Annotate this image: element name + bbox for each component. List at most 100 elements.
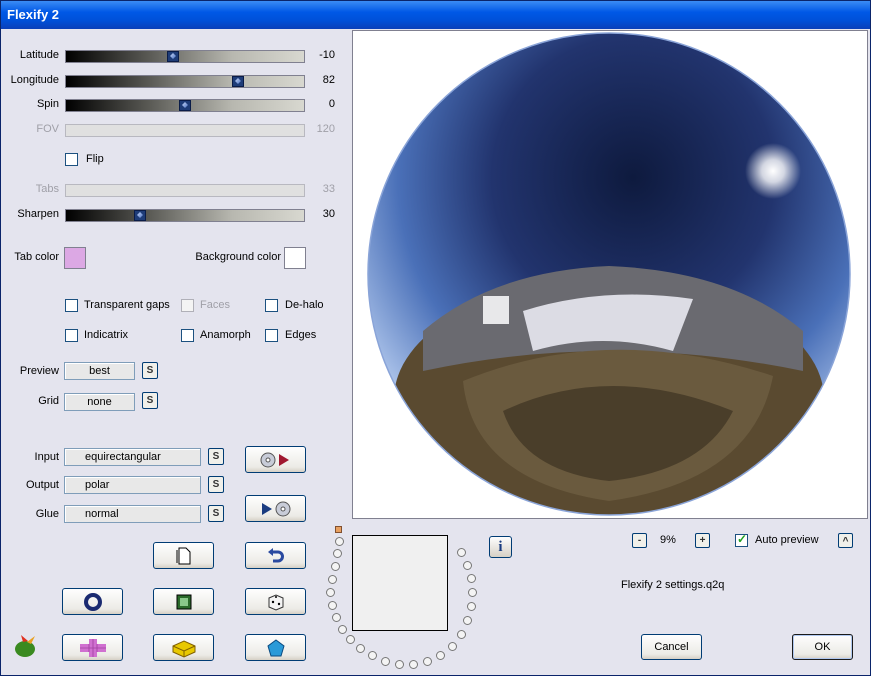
tab-dot[interactable] <box>457 548 466 557</box>
anamorph-checkbox[interactable] <box>181 329 194 342</box>
undo-button[interactable] <box>245 542 306 569</box>
zoom-in-button[interactable]: + <box>695 533 710 548</box>
tab-dot[interactable] <box>381 657 390 666</box>
tab-dot[interactable] <box>467 574 476 583</box>
tab-dot[interactable] <box>328 575 337 584</box>
info-button[interactable]: i <box>489 536 512 558</box>
disc-to-play-icon <box>260 452 289 467</box>
tab-dot[interactable] <box>331 562 340 571</box>
tab-dot[interactable] <box>463 616 472 625</box>
tab-dot[interactable] <box>463 561 472 570</box>
latitude-label: Latitude <box>19 49 59 61</box>
indicatrix-checkbox[interactable] <box>65 329 78 342</box>
grid-field[interactable]: none <box>64 393 135 411</box>
tab-dot[interactable] <box>467 602 476 611</box>
new-document-button[interactable] <box>153 542 214 569</box>
start-marker[interactable] <box>335 526 342 533</box>
longitude-thumb[interactable] <box>232 76 244 87</box>
tab-color-swatch[interactable] <box>64 247 86 269</box>
tab-color-label: Tab color <box>14 251 59 263</box>
dice-icon <box>268 593 283 611</box>
output-format-field[interactable]: polar <box>64 476 201 494</box>
longitude-slider[interactable] <box>65 75 305 88</box>
tab-dot[interactable] <box>409 660 418 669</box>
spin-slider[interactable] <box>65 99 305 112</box>
ring-button[interactable] <box>62 588 123 615</box>
tab-dot[interactable] <box>326 588 335 597</box>
ok-button[interactable]: OK <box>792 634 853 660</box>
tab-dot[interactable] <box>328 601 337 610</box>
background-color-swatch[interactable] <box>284 247 306 269</box>
tab-dot[interactable] <box>368 651 377 660</box>
yellow-cube-icon <box>172 639 195 658</box>
collapse-button[interactable]: ^ <box>838 533 853 548</box>
tab-dot[interactable] <box>333 549 342 558</box>
input-format-field[interactable]: equirectangular <box>64 448 201 466</box>
tab-dot[interactable] <box>356 644 365 653</box>
background-color-label: Background color <box>195 251 281 263</box>
sharpen-thumb[interactable] <box>134 210 146 221</box>
tab-dot[interactable] <box>448 642 457 651</box>
latitude-thumb[interactable] <box>167 51 179 62</box>
latitude-value: -10 <box>319 49 335 61</box>
tab-dot[interactable] <box>332 613 341 622</box>
polyhedron-button[interactable] <box>245 634 306 661</box>
zoom-value: 9% <box>660 534 676 546</box>
spin-thumb[interactable] <box>179 100 191 111</box>
de-halo-checkbox[interactable] <box>265 299 278 312</box>
settings-filename: Flexify 2 settings.q2q <box>621 579 725 591</box>
cross-button[interactable] <box>62 634 123 661</box>
output-s-button[interactable]: S <box>208 476 224 493</box>
tab-dot[interactable] <box>436 651 445 660</box>
sharpen-label: Sharpen <box>17 208 59 220</box>
tab-dot[interactable] <box>457 630 466 639</box>
blue-gem-icon <box>266 638 285 656</box>
glue-mode-field[interactable]: normal <box>64 505 201 523</box>
longitude-label: Longitude <box>10 74 59 86</box>
save-output-button[interactable] <box>245 495 306 522</box>
preview-s-button[interactable]: S <box>142 362 158 379</box>
title-bar: Flexify 2 <box>1 1 870 29</box>
edges-checkbox[interactable] <box>265 329 278 342</box>
green-square-icon <box>176 594 191 609</box>
anamorph-label: Anamorph <box>200 329 251 341</box>
latitude-slider[interactable] <box>65 50 305 63</box>
tabs-label: Tabs <box>35 183 59 195</box>
tab-dot[interactable] <box>395 660 404 669</box>
auto-preview-label: Auto preview <box>755 534 819 546</box>
preview-label: Preview <box>19 365 59 377</box>
cube-button[interactable] <box>153 634 214 661</box>
de-halo-label: De-halo <box>285 299 324 311</box>
tab-dot[interactable] <box>468 588 477 597</box>
auto-preview-checkbox[interactable] <box>735 532 748 547</box>
thumbnail-preview[interactable] <box>352 535 448 631</box>
tab-dot[interactable] <box>423 657 432 666</box>
faces-label: Faces <box>200 299 230 311</box>
flip-checkbox[interactable] <box>65 153 78 166</box>
randomize-button[interactable] <box>245 588 306 615</box>
frame-button[interactable] <box>153 588 214 615</box>
preview-quality-field[interactable]: best <box>64 362 135 380</box>
grid-s-button[interactable]: S <box>142 392 158 409</box>
glue-s-button[interactable]: S <box>208 505 224 522</box>
preview-canvas[interactable] <box>352 30 868 519</box>
input-s-button[interactable]: S <box>208 448 224 465</box>
sharpen-slider[interactable] <box>65 209 305 222</box>
tab-dot[interactable] <box>346 635 355 644</box>
longitude-value: 82 <box>322 74 335 86</box>
faces-checkbox <box>181 299 194 312</box>
grid-label: Grid <box>38 395 59 407</box>
flip-label: Flip <box>86 153 104 165</box>
ring-icon <box>83 592 102 611</box>
tab-dot[interactable] <box>335 537 344 546</box>
sharpen-value: 30 <box>322 208 335 220</box>
zoom-out-button[interactable]: - <box>632 533 647 548</box>
cancel-button[interactable]: Cancel <box>641 634 702 660</box>
load-input-button[interactable] <box>245 446 306 473</box>
tabs-value: 33 <box>322 183 335 195</box>
flexify-logo-icon <box>13 634 39 661</box>
indicatrix-label: Indicatrix <box>84 329 129 341</box>
transparent-gaps-checkbox[interactable] <box>65 299 78 312</box>
input-label: Input <box>34 451 59 463</box>
tab-dot[interactable] <box>338 625 347 634</box>
